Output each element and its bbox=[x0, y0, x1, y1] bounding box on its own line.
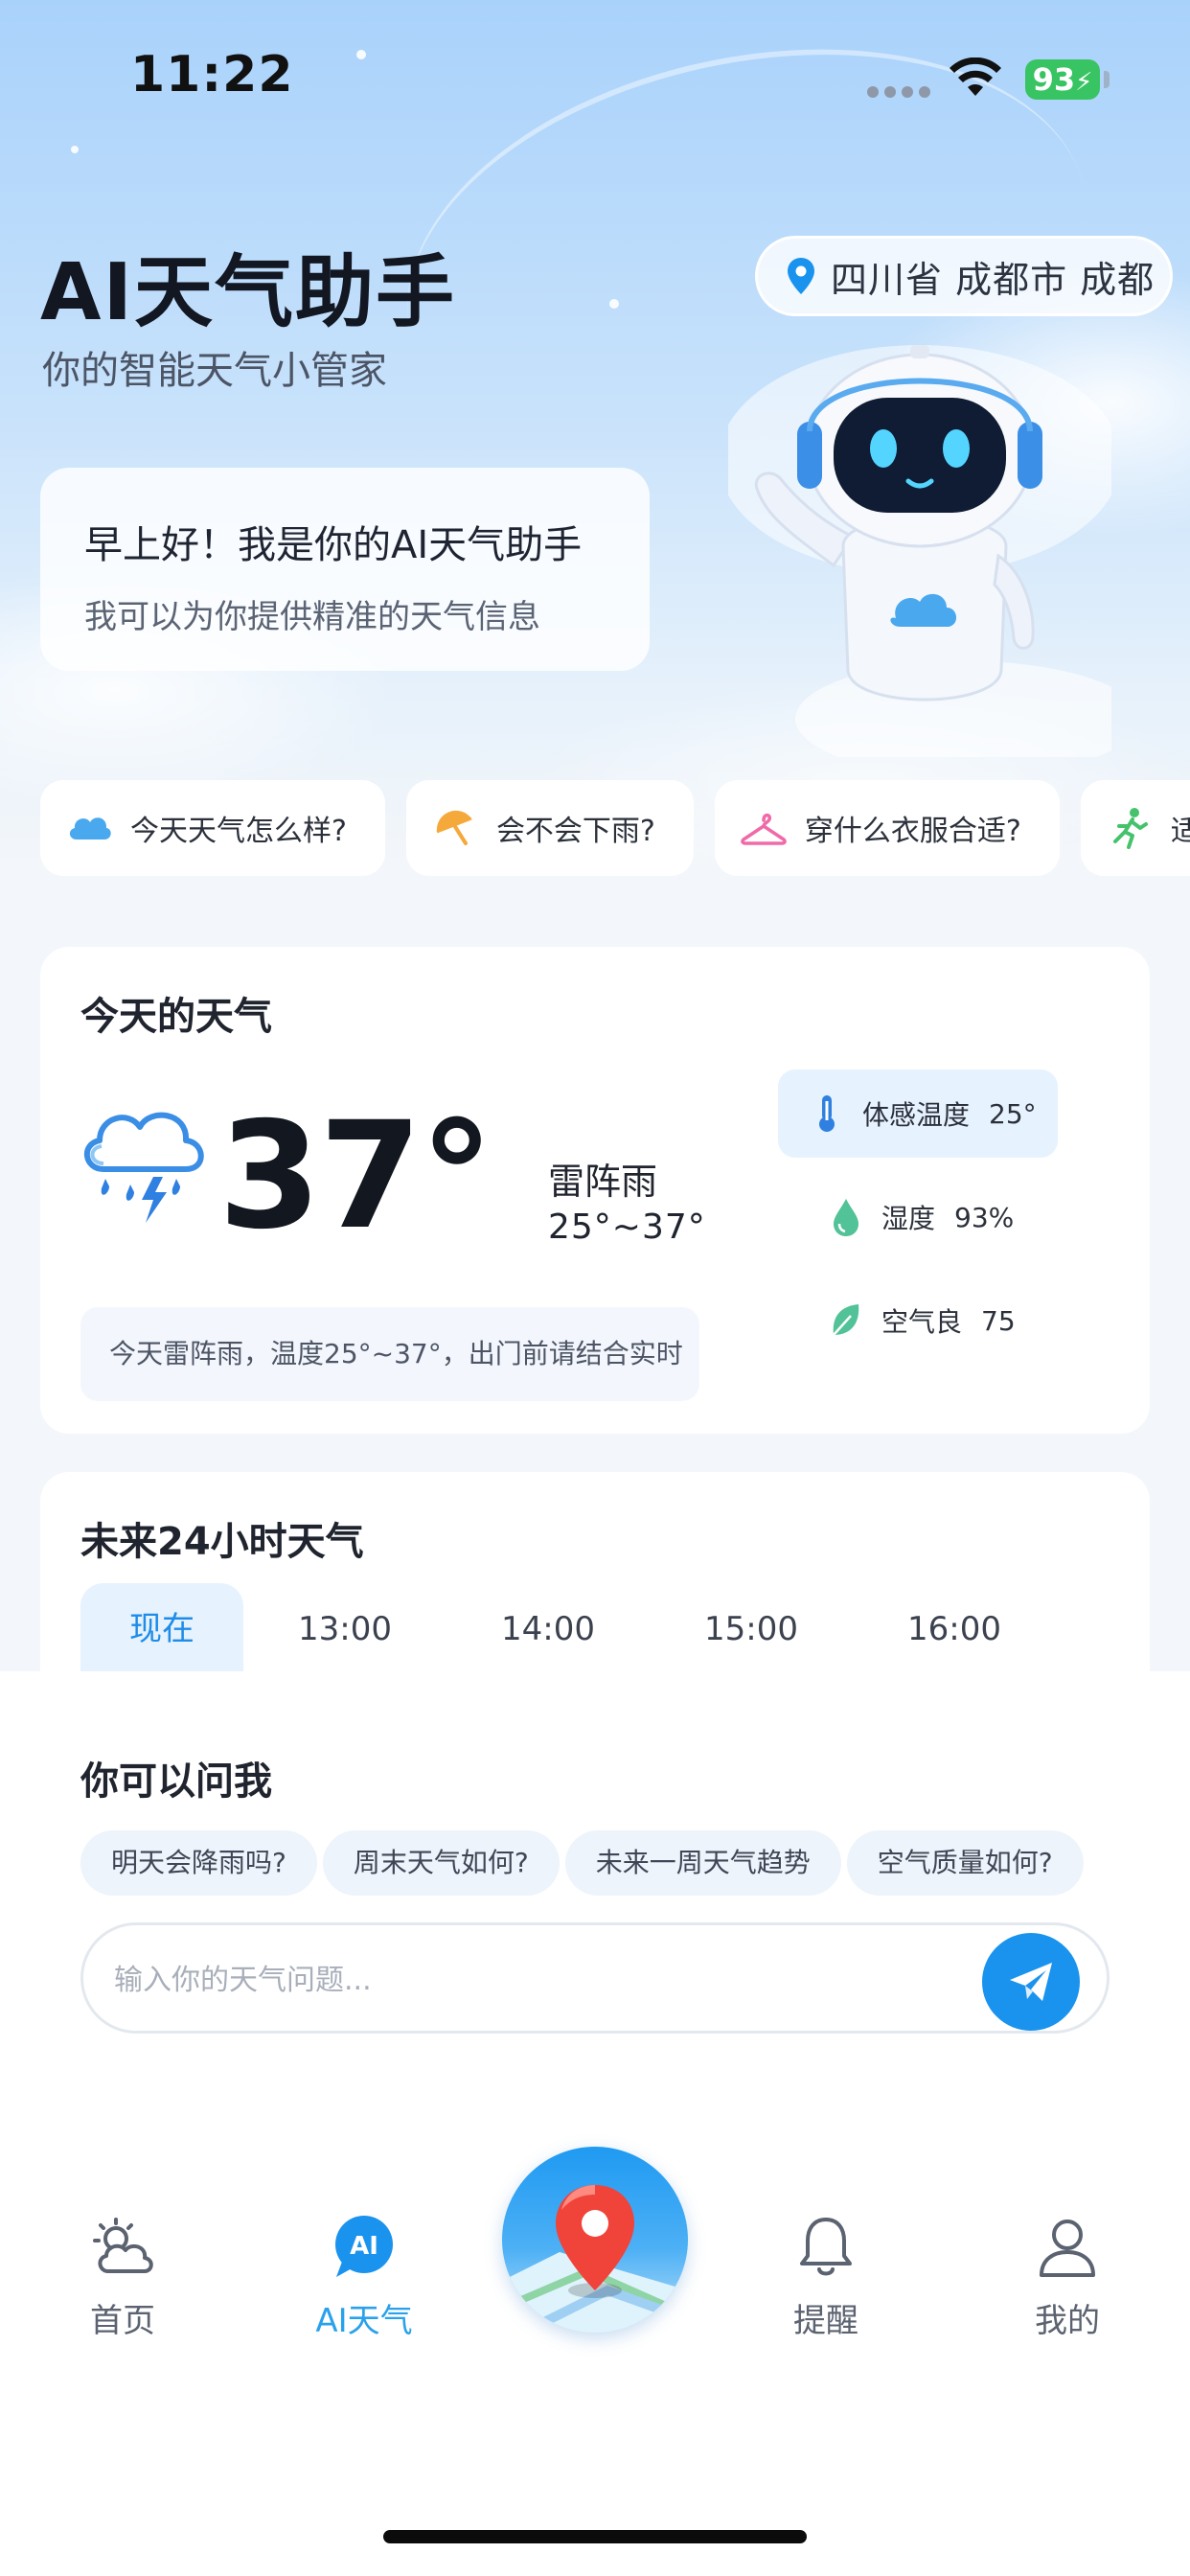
map-pin-icon bbox=[502, 2185, 688, 2333]
weather-tip: 今天雷阵雨，温度25°~37°，出门前请结合实时 bbox=[80, 1307, 699, 1401]
location-selector[interactable]: 四川省 成都市 成都 bbox=[755, 236, 1173, 316]
greeting-subtitle: 我可以为你提供精准的天气信息 bbox=[84, 598, 540, 636]
tab-ai-weather-label: AI天气 bbox=[315, 2302, 413, 2340]
partly-cloudy-icon bbox=[93, 2218, 153, 2273]
ai-badge-text: AI bbox=[350, 2232, 378, 2261]
suggestion-chip[interactable]: 周末天气如何? bbox=[322, 1830, 560, 1896]
umbrella-icon bbox=[436, 810, 472, 845]
quick-question-rain[interactable]: 会不会下雨? bbox=[405, 780, 694, 876]
metric-humidity: 湿度 93% bbox=[778, 1173, 1058, 1261]
cellular-signal-icon bbox=[867, 86, 930, 98]
wifi-icon bbox=[950, 58, 1001, 96]
paper-plane-icon bbox=[1010, 1963, 1052, 2001]
app-subtitle: 你的智能天气小管家 bbox=[42, 349, 387, 393]
greeting-card: 早上好！我是你的AI天气助手 我可以为你提供精准的天气信息 bbox=[40, 468, 650, 671]
question-input-bar bbox=[80, 1922, 1110, 2034]
app-root: 11:22 93⚡ AI天气助手 你的智能天气小管家 四川省 成都市 成都 早上… bbox=[0, 0, 1190, 2576]
metric-air-quality: 空气良 75 bbox=[778, 1276, 1058, 1365]
tab-remind[interactable]: 提醒 bbox=[740, 2214, 912, 2341]
suggestion-chip[interactable]: 空气质量如何? bbox=[846, 1830, 1084, 1896]
suggestion-chip[interactable]: 明天会降雨吗? bbox=[80, 1830, 317, 1896]
question-input[interactable] bbox=[112, 1952, 940, 2008]
location-text: 四川省 成都市 成都 bbox=[831, 258, 1156, 301]
metric-label: 湿度 bbox=[881, 1203, 936, 1234]
tab-home[interactable]: 首页 bbox=[36, 2214, 209, 2341]
water-drop-icon bbox=[834, 1199, 858, 1236]
metric-feels-like: 体感温度 25° bbox=[778, 1070, 1058, 1158]
suggestion-row: 明天会降雨吗? 周末天气如何? 未来一周天气趋势 空气质量如何? bbox=[80, 1830, 1084, 1896]
tab-remind-label: 提醒 bbox=[793, 2302, 858, 2340]
metric-label: 体感温度 bbox=[862, 1099, 971, 1131]
location-pin-icon bbox=[788, 258, 814, 294]
quick-question-row: 今天天气怎么样? 会不会下雨? 穿什么衣服合适? 适合户 bbox=[40, 780, 1190, 876]
today-weather-card: 今天的天气 37° 雷阵雨 25°~37° 今天雷阵雨，温度25°~37°，出门… bbox=[40, 947, 1150, 1434]
metric-value: 93% bbox=[954, 1201, 1015, 1233]
current-temperature: 37° bbox=[218, 1091, 493, 1262]
temperature-range: 25°~37° bbox=[548, 1208, 706, 1247]
ask-title: 你可以问我 bbox=[80, 1760, 272, 1804]
quick-question-label: 穿什么衣服合适? bbox=[804, 815, 1021, 848]
send-button[interactable] bbox=[982, 1933, 1080, 2031]
app-title: AI天气助手 bbox=[40, 247, 456, 338]
tab-mine[interactable]: 我的 bbox=[981, 2214, 1154, 2341]
greeting-title: 早上好！我是你的AI天气助手 bbox=[84, 523, 583, 567]
status-time: 11:22 bbox=[130, 46, 294, 104]
quick-question-clothing[interactable]: 穿什么衣服合适? bbox=[714, 780, 1060, 876]
home-indicator bbox=[383, 2530, 807, 2543]
charging-bolt-icon: ⚡ bbox=[1075, 68, 1093, 97]
suggestion-chip[interactable]: 未来一周天气趋势 bbox=[564, 1830, 841, 1896]
quick-question-outdoor[interactable]: 适合户 bbox=[1080, 780, 1190, 876]
metric-label: 空气良 bbox=[881, 1306, 963, 1338]
quick-question-weather[interactable]: 今天天气怎么样? bbox=[40, 780, 385, 876]
hourly-forecast-title: 未来24小时天气 bbox=[80, 1520, 364, 1564]
tab-home-label: 首页 bbox=[90, 2302, 155, 2340]
ai-chat-icon: AI bbox=[335, 2216, 393, 2277]
thermometer-icon bbox=[819, 1095, 835, 1132]
metric-value: 25° bbox=[989, 1097, 1037, 1130]
tab-mine-label: 我的 bbox=[1035, 2302, 1100, 2340]
today-weather-title: 今天的天气 bbox=[80, 995, 272, 1039]
sparkle-decoration bbox=[609, 299, 619, 309]
leaf-icon bbox=[833, 1304, 859, 1336]
quick-question-label: 会不会下雨? bbox=[495, 815, 655, 848]
metric-value: 75 bbox=[981, 1304, 1016, 1337]
user-profile-icon bbox=[1040, 2220, 1095, 2277]
quick-question-label: 今天天气怎么样? bbox=[130, 815, 347, 848]
thunderstorm-icon bbox=[83, 1112, 204, 1223]
cloud-icon bbox=[69, 817, 111, 840]
status-bar: 11:22 93⚡ bbox=[0, 0, 1190, 153]
quick-question-label: 适合户 bbox=[1170, 815, 1190, 848]
map-center-button[interactable] bbox=[502, 2147, 688, 2333]
weather-condition: 雷阵雨 bbox=[548, 1161, 658, 1203]
bell-icon bbox=[800, 2218, 852, 2276]
battery-level: 93 bbox=[1032, 61, 1076, 98]
hanger-icon bbox=[741, 813, 787, 845]
bottom-tab-bar: 首页 AI AI天气 提醒 我的 bbox=[0, 2137, 1190, 2367]
running-icon bbox=[1112, 808, 1148, 849]
tab-ai-weather[interactable]: AI AI天气 bbox=[278, 2214, 450, 2341]
robot-mascot-illustration bbox=[728, 345, 1111, 757]
battery-indicator: 93⚡ bbox=[1025, 59, 1100, 100]
ask-panel: 你可以问我 明天会降雨吗? 周末天气如何? 未来一周天气趋势 空气质量如何? 输… bbox=[0, 1671, 1190, 2576]
battery-cap bbox=[1104, 71, 1110, 88]
